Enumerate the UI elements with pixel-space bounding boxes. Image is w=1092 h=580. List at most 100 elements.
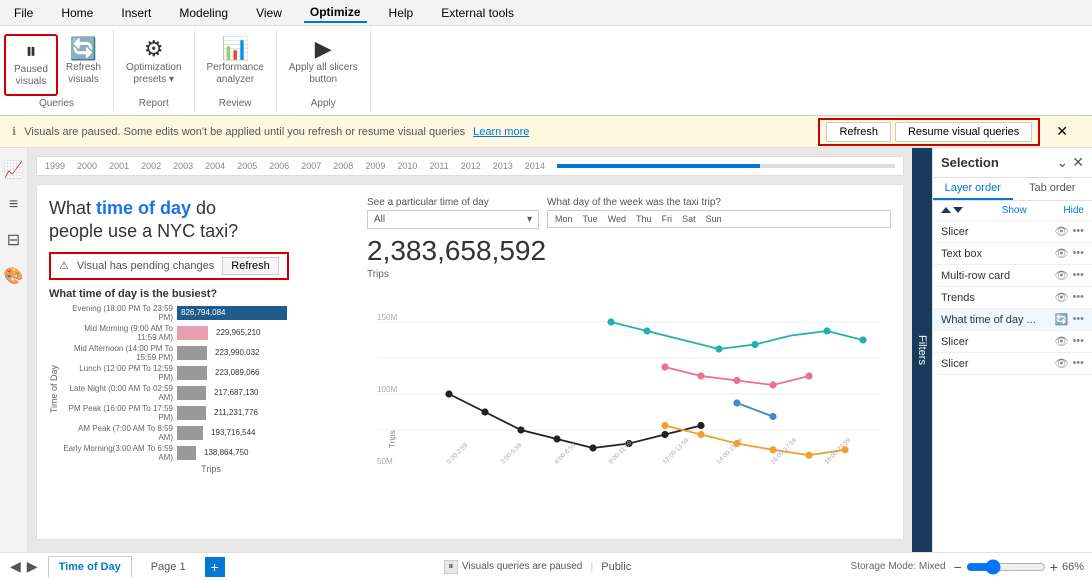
resume-visual-queries-button[interactable]: Resume visual queries — [895, 122, 1032, 142]
eye-icon[interactable]: 👁 — [1054, 335, 1068, 348]
svg-text:50M: 50M — [377, 457, 393, 466]
refresh-button[interactable]: Refresh — [826, 122, 891, 142]
menu-view[interactable]: View — [250, 4, 288, 22]
more-icon[interactable]: ••• — [1072, 335, 1084, 348]
info-bar-close-button[interactable]: ✕ — [1044, 120, 1080, 143]
zoom-plus-button[interactable]: + — [1050, 559, 1058, 575]
info-bar-actions: Refresh Resume visual queries ✕ — [818, 118, 1080, 146]
refresh-visuals-button[interactable]: 🔄 Refresh visuals — [58, 34, 109, 96]
page-next-button[interactable]: ▶ — [25, 558, 40, 575]
close-selection-icon[interactable]: ✕ — [1072, 154, 1084, 171]
ribbon: ⏸ Paused visuals 🔄 Refresh visuals Queri… — [0, 26, 1092, 116]
day-tue[interactable]: Tue — [580, 213, 601, 225]
timeline-year: 2012 — [461, 161, 481, 171]
format-icon[interactable]: 🎨 — [0, 262, 27, 290]
menu-home[interactable]: Home — [55, 4, 99, 22]
tab-layer-order[interactable]: Layer order — [933, 178, 1013, 200]
more-icon[interactable]: ••• — [1072, 247, 1084, 260]
more-icon[interactable]: ••• — [1072, 357, 1084, 370]
bar-row: Evening (18:00 PM To 23:59 PM) 826,794,0… — [63, 304, 359, 322]
selection-item-multirow: Multi-row card 👁 ••• — [933, 265, 1092, 287]
menu-optimize[interactable]: Optimize — [304, 3, 367, 23]
paused-visuals-label: Paused visuals — [14, 64, 48, 88]
menu-file[interactable]: File — [8, 4, 39, 22]
ribbon-group-review: 📊 Performance analyzer Review — [195, 30, 277, 111]
divider: | — [590, 561, 593, 573]
tab-tab-order[interactable]: Tab order — [1013, 178, 1092, 200]
menu-help[interactable]: Help — [383, 4, 420, 22]
menu-insert[interactable]: Insert — [115, 4, 157, 22]
bar-row: Mid Morning (9:00 AM To 11:59 AM) 229,96… — [63, 324, 359, 342]
more-icon[interactable]: ••• — [1072, 313, 1084, 326]
more-icon[interactable]: ••• — [1072, 269, 1084, 282]
status-bar: ◀ ▶ Time of Day Page 1 + ⏸ Visuals queri… — [0, 552, 1092, 580]
filter-icon[interactable]: ⊟ — [3, 226, 24, 254]
slicer3-label: Slicer — [941, 358, 969, 370]
more-icon[interactable]: ••• — [1072, 291, 1084, 304]
zoom-minus-button[interactable]: − — [954, 559, 962, 575]
optimization-label: Optimization presets ▾ — [126, 62, 182, 86]
time-filter-select[interactable]: All ▾ — [367, 210, 539, 229]
tab-page-1[interactable]: Page 1 — [140, 556, 197, 578]
timeline-year: 2006 — [269, 161, 289, 171]
tab-time-of-day[interactable]: Time of Day — [48, 556, 132, 577]
apply-icon: ▶ — [315, 38, 332, 60]
refresh-small-icon[interactable]: 🔄 — [1055, 313, 1069, 326]
trends-label: Trends — [941, 292, 975, 304]
hide-link[interactable]: Hide — [1063, 205, 1084, 216]
storage-mode-text: Storage Mode: Mixed — [851, 561, 946, 572]
bar-row: Early Morning(3:00 AM To 6:59 AM) 138,86… — [63, 444, 359, 462]
apply-label: Apply all slicers button — [289, 62, 358, 86]
optimization-presets-button[interactable]: ⚙ Optimization presets ▾ — [118, 34, 190, 96]
bar-value: 193,716,544 — [207, 428, 260, 437]
multirow-icons: 👁 ••• — [1054, 269, 1084, 282]
selection-header-icons: ⌄ ✕ — [1057, 154, 1084, 171]
day-mon[interactable]: Mon — [552, 213, 576, 225]
learn-more-link[interactable]: Learn more — [473, 126, 529, 138]
eye-icon[interactable]: 👁 — [1054, 291, 1068, 304]
selection-panel-header: Selection ⌄ ✕ — [933, 148, 1092, 178]
timeline-slider[interactable]: 1999 2000 2001 2002 2003 2004 2005 2006 … — [36, 156, 904, 176]
day-fri[interactable]: Fri — [659, 213, 676, 225]
bar-fill: 229,965,210 — [177, 326, 208, 340]
day-sun[interactable]: Sun — [703, 213, 725, 225]
icon-sidebar: 📈 ≡ ⊟ 🎨 — [0, 148, 28, 552]
eye-icon[interactable]: 👁 — [1054, 269, 1068, 282]
timeline-track[interactable] — [557, 164, 895, 168]
performance-analyzer-button[interactable]: 📊 Performance analyzer — [199, 34, 272, 96]
bar-label: Evening (18:00 PM To 23:59 PM) — [63, 304, 173, 322]
filters-tab[interactable]: Filters — [912, 148, 932, 552]
pending-refresh-button[interactable]: Refresh — [222, 257, 279, 275]
bar-row: Mid Afternoon (14:00 PM To 15:59 PM) 223… — [63, 344, 359, 362]
eye-icon[interactable]: 👁 — [1054, 225, 1068, 238]
slicer2-icons: 👁 ••• — [1054, 335, 1084, 348]
selection-title: Selection — [941, 155, 999, 170]
show-link[interactable]: Show — [1002, 205, 1027, 216]
menu-external-tools[interactable]: External tools — [435, 4, 520, 22]
report-group-label: Report — [118, 96, 190, 109]
more-icon[interactable]: ••• — [1072, 225, 1084, 238]
fields-icon[interactable]: ≡ — [5, 192, 22, 218]
menu-modeling[interactable]: Modeling — [173, 4, 234, 22]
chart-icon[interactable]: 📈 — [0, 156, 27, 184]
day-wed[interactable]: Wed — [605, 213, 629, 225]
page-nav-arrows: ◀ ▶ — [8, 558, 40, 575]
bar-row: Lunch (12:00 PM To 12:59 PM) 223,089,066 — [63, 364, 359, 382]
svg-text:3:00-5:59: 3:00-5:59 — [499, 441, 523, 465]
selection-item-slicer1: Slicer 👁 ••• — [933, 221, 1092, 243]
expand-icon[interactable]: ⌄ — [1057, 154, 1069, 171]
day-sat[interactable]: Sat — [679, 213, 699, 225]
bar-label: Late Night (0:00 AM To 02:59 AM) — [63, 384, 173, 402]
add-page-button[interactable]: + — [205, 557, 225, 577]
bar-chart-section: What time of day dopeople use a NYC taxi… — [49, 197, 359, 527]
apply-all-slicers-button[interactable]: ▶ Apply all slicers button — [281, 34, 366, 96]
day-thu[interactable]: Thu — [633, 213, 655, 225]
eye-icon[interactable]: 👁 — [1054, 357, 1068, 370]
zoom-slider[interactable] — [966, 559, 1046, 575]
eye-icon[interactable]: 👁 — [1054, 247, 1068, 260]
bar-label: Lunch (12:00 PM To 12:59 PM) — [63, 364, 173, 382]
bar-fill: 138,864,750 — [177, 446, 196, 460]
page-prev-button[interactable]: ◀ — [8, 558, 23, 575]
ribbon-group-queries: ⏸ Paused visuals 🔄 Refresh visuals Queri… — [0, 30, 114, 111]
paused-visuals-button[interactable]: ⏸ Paused visuals — [4, 34, 58, 96]
